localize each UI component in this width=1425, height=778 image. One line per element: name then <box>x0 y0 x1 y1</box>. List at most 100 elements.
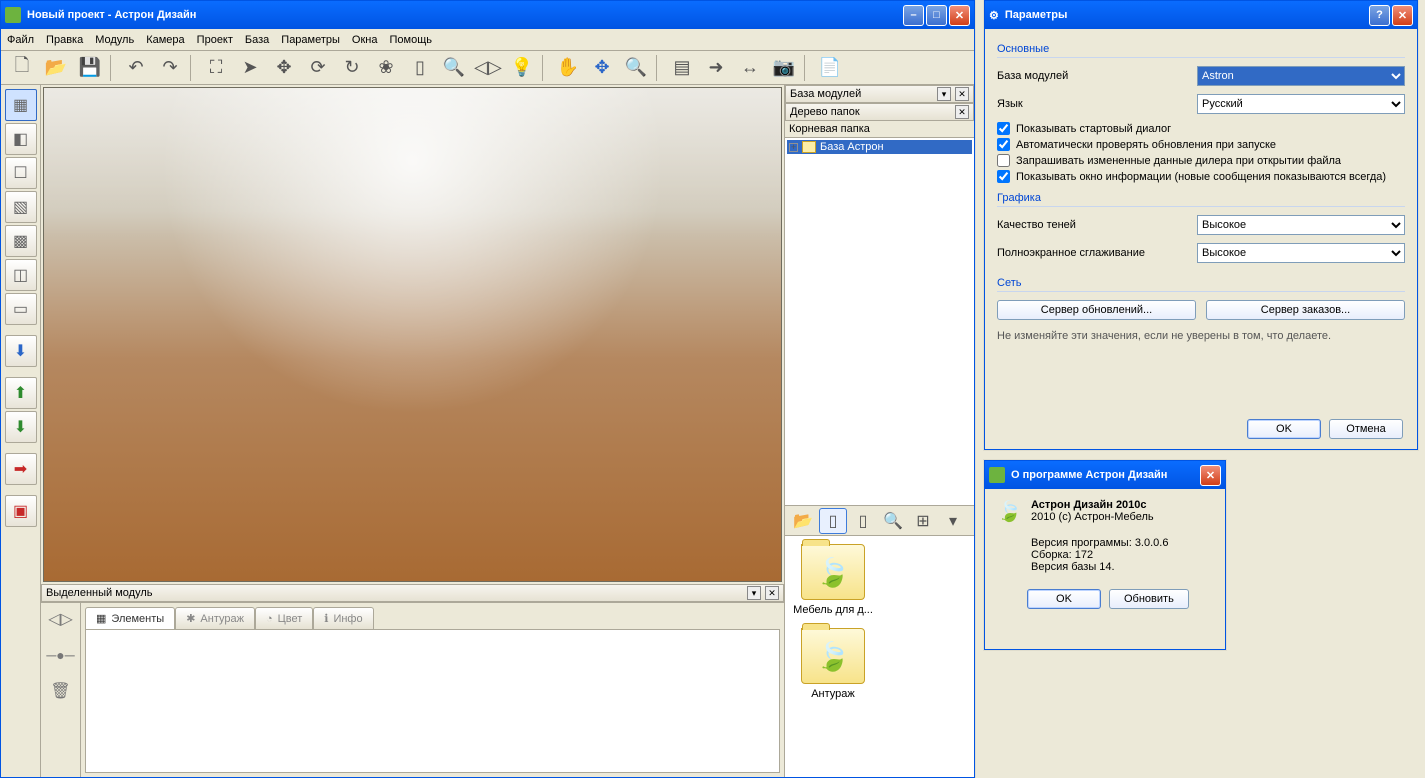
arrow-up-green-icon[interactable]: ⬆ <box>5 377 37 409</box>
menu-params[interactable]: Параметры <box>281 34 340 46</box>
shadow-select[interactable]: Высокое <box>1197 215 1405 235</box>
chk-info[interactable] <box>997 170 1010 183</box>
app-icon <box>5 7 21 23</box>
orbit-icon[interactable]: ✥ <box>585 53 619 83</box>
chk-updates[interactable] <box>997 138 1010 151</box>
update-server-button[interactable]: Сервер обновлений... <box>997 300 1196 320</box>
calc-icon[interactable]: ▤ <box>665 53 699 83</box>
light-icon[interactable]: 💡 <box>505 53 539 83</box>
slider-icon[interactable]: ─●─ <box>46 647 74 663</box>
panel-close-icon[interactable]: ✕ <box>765 586 779 600</box>
params-titlebar[interactable]: ⚙ Параметры ? ✕ <box>985 1 1417 29</box>
tree-node-astron[interactable]: + База Астрон <box>787 140 972 154</box>
tab-elements[interactable]: ▦Элементы <box>85 607 175 629</box>
move-icon[interactable]: ✥ <box>267 53 301 83</box>
about-close-button[interactable]: ✕ <box>1200 465 1221 486</box>
menu-file[interactable]: Файл <box>7 34 34 46</box>
magnify-icon[interactable]: 🔍 <box>619 53 653 83</box>
zoom-icon[interactable]: 🔍 <box>437 53 471 83</box>
selected-module-header[interactable]: Выделенный модуль ▾ ✕ <box>41 584 784 602</box>
open-icon[interactable]: 📂 <box>39 53 73 83</box>
thumb-toolbar: 📂 ▯ ▯ 🔍 ⊞ ▾ <box>785 505 974 535</box>
pin2-icon[interactable]: ▾ <box>937 87 951 101</box>
tree-close-icon[interactable]: ✕ <box>955 105 969 119</box>
undo-icon[interactable]: ↶ <box>119 53 153 83</box>
dimension-icon[interactable]: ↔ <box>733 53 767 83</box>
chk-start[interactable] <box>997 122 1010 135</box>
tab-entourage[interactable]: ✱Антураж <box>175 607 255 629</box>
dropdown-icon[interactable]: ▾ <box>939 508 967 534</box>
menu-project[interactable]: Проект <box>197 34 233 46</box>
search-thumb-icon[interactable]: 🔍 <box>879 508 907 534</box>
export-icon[interactable]: ➜ <box>699 53 733 83</box>
panel2-close-icon[interactable]: ✕ <box>955 87 969 101</box>
chk-dealer[interactable] <box>997 154 1010 167</box>
color-icon[interactable]: ❀ <box>369 53 403 83</box>
report-icon[interactable]: 📄 <box>813 53 847 83</box>
menu-edit[interactable]: Правка <box>46 34 83 46</box>
lang-select[interactable]: Русский <box>1197 94 1405 114</box>
trash-icon[interactable]: 🗑 <box>50 681 70 701</box>
tree-header[interactable]: Дерево папок ✕ <box>785 103 974 121</box>
select-icon[interactable]: ⛶ <box>199 53 233 83</box>
arrow-down-green-icon[interactable]: ⬇ <box>5 411 37 443</box>
expand-icon[interactable]: + <box>789 143 798 152</box>
thumb-furniture[interactable]: Мебель для д... <box>793 544 873 616</box>
wall-view-icon[interactable]: ▦ <box>5 89 37 121</box>
menu-base[interactable]: База <box>245 34 269 46</box>
main-titlebar[interactable]: Новый проект - Астрон Дизайн – □ ✕ <box>1 1 974 29</box>
arrow-right-red-icon[interactable]: ➡ <box>5 453 37 485</box>
thumb-entourage[interactable]: Антураж <box>793 628 873 700</box>
params-close-button[interactable]: ✕ <box>1392 5 1413 26</box>
mirror-icon[interactable]: ◁▷ <box>471 53 505 83</box>
cube-shade-icon[interactable]: ▧ <box>5 191 37 223</box>
about-ok-button[interactable]: OK <box>1027 589 1101 609</box>
minimize-button[interactable]: – <box>903 5 924 26</box>
mirror-side-icon[interactable]: ◁▷ <box>48 609 73 629</box>
params-cancel-button[interactable]: Отмена <box>1329 419 1403 439</box>
menu-module[interactable]: Модуль <box>95 34 134 46</box>
tab-info[interactable]: ℹИнфо <box>313 607 373 629</box>
grid-thumb-icon[interactable]: ⊞ <box>909 508 937 534</box>
rotate-icon[interactable]: ↻ <box>335 53 369 83</box>
about-update-button[interactable]: Обновить <box>1109 589 1189 609</box>
arrow-down-blue-icon[interactable]: ⬇ <box>5 335 37 367</box>
list-view-icon[interactable]: ▯ <box>849 508 877 534</box>
door-icon[interactable]: ▯ <box>403 53 437 83</box>
redo-icon[interactable]: ↷ <box>153 53 187 83</box>
cube-solid-icon[interactable]: ◧ <box>5 123 37 155</box>
aa-select[interactable]: Высокое <box>1197 243 1405 263</box>
folder-open-icon[interactable]: 📂 <box>789 508 817 534</box>
info-icon: ℹ <box>324 612 328 625</box>
order-server-button[interactable]: Сервер заказов... <box>1206 300 1405 320</box>
help-button[interactable]: ? <box>1369 5 1390 26</box>
save-icon[interactable]: 💾 <box>73 53 107 83</box>
rotate90-icon[interactable]: ⟳ <box>301 53 335 83</box>
menu-camera[interactable]: Камера <box>146 34 184 46</box>
new-icon[interactable]: 🗋 <box>5 53 39 83</box>
floor-icon[interactable]: ▭ <box>5 293 37 325</box>
3d-viewport[interactable] <box>43 87 782 582</box>
thumbnail-pane[interactable]: Мебель для д... Антураж <box>785 535 974 777</box>
frame-red-icon[interactable]: ▣ <box>5 495 37 527</box>
pin-icon[interactable]: ▾ <box>747 586 761 600</box>
params-ok-button[interactable]: OK <box>1247 419 1321 439</box>
lang-label: Язык <box>997 98 1197 110</box>
tab-color[interactable]: ◔Цвет <box>255 607 313 629</box>
pointer-icon[interactable]: ➤ <box>233 53 267 83</box>
menu-windows[interactable]: Окна <box>352 34 378 46</box>
about-titlebar[interactable]: О программе Астрон Дизайн ✕ <box>985 461 1225 489</box>
chk-info-label: Показывать окно информации (новые сообще… <box>1016 171 1386 183</box>
close-button[interactable]: ✕ <box>949 5 970 26</box>
cube-dim-icon[interactable]: ▩ <box>5 225 37 257</box>
thumb-view-icon[interactable]: ▯ <box>819 508 847 534</box>
cube-wire-icon[interactable]: ☐ <box>5 157 37 189</box>
perspective-icon[interactable]: ◫ <box>5 259 37 291</box>
folder-tree[interactable]: + База Астрон <box>785 138 974 505</box>
hand-icon[interactable]: ✋ <box>551 53 585 83</box>
maximize-button[interactable]: □ <box>926 5 947 26</box>
menu-help[interactable]: Помощь <box>389 34 432 46</box>
modulebase-select[interactable]: Astron <box>1197 66 1405 86</box>
modulebase-header[interactable]: База модулей ▾✕ <box>785 85 974 103</box>
snapshot-icon[interactable]: 📷 <box>767 53 801 83</box>
